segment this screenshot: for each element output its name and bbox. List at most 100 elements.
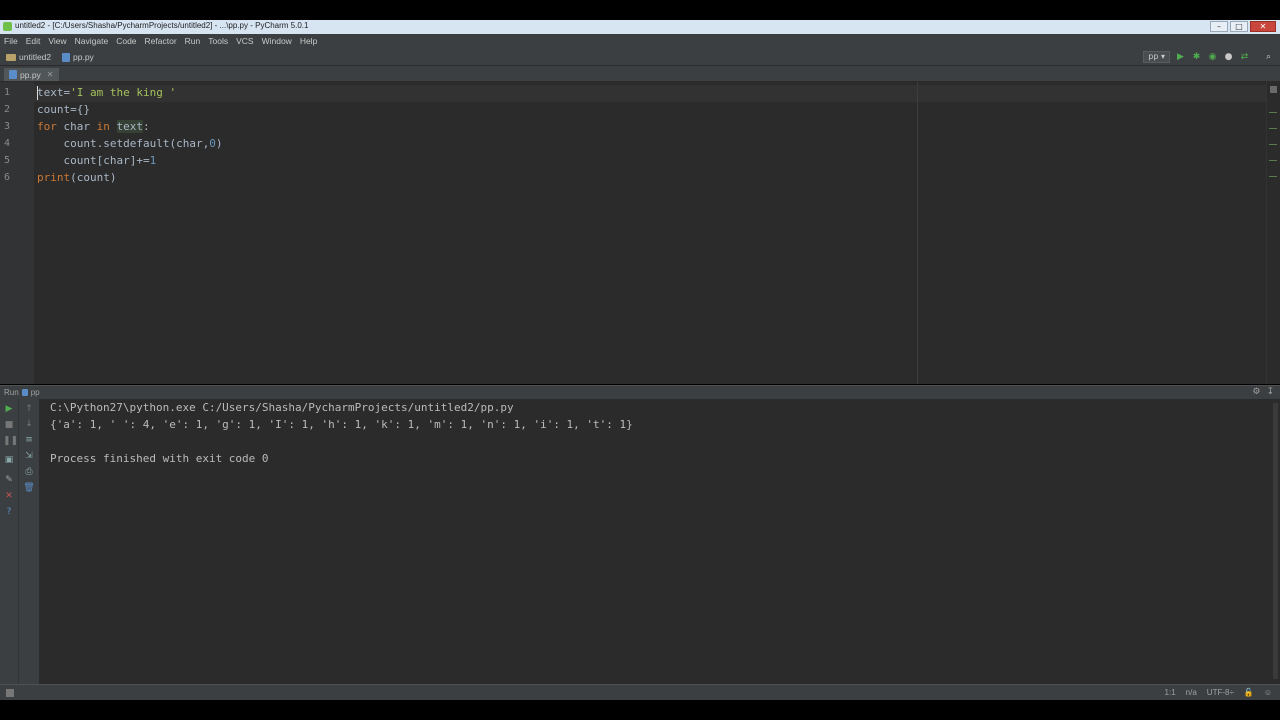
menu-code[interactable]: Code [116,36,136,46]
letterbox-top [0,0,1280,20]
gear-icon[interactable]: ⚙ [1252,387,1260,397]
highlighted-identifier: text [116,120,143,133]
status-bar-right: 1:1 n/a UTF-8÷ 🔓 ☺ [1165,688,1272,697]
pause-icon[interactable]: ❚❚ [3,435,18,447]
rerun-icon[interactable]: ▶ [3,403,15,415]
console-actions-toolbar: ↑ ↓ ≡ ⇲ ⎙ 🗑 [18,399,39,684]
code-editor[interactable]: 1 2 3 4 5 6 text='I am the king ' count=… [0,82,1280,384]
editor-tab-bar: pp.py ✕ [0,66,1280,82]
menu-run[interactable]: Run [185,36,201,46]
menu-bar: File Edit View Navigate Code Refactor Ru… [0,34,1280,48]
close-icon[interactable]: ✕ [3,490,15,502]
menu-vcs[interactable]: VCS [236,36,253,46]
menu-view[interactable]: View [48,36,66,46]
run-console-panel: ▶ ■ ❚❚ ▣ ✎ ✕ ? ↑ ↓ ≡ ⇲ ⎙ 🗑 C:\Python27\p… [0,399,1280,684]
code-line-5: count[char]+=1 [37,154,156,167]
arrow-up-icon[interactable]: ↑ [23,403,35,415]
coverage-icon[interactable]: ◉ [1207,52,1218,63]
hector-icon[interactable]: ☺ [1264,688,1272,697]
inspection-status-icon[interactable] [1270,86,1277,93]
menu-refactor[interactable]: Refactor [145,36,177,46]
pycharm-app-icon [3,22,12,31]
soft-wrap-icon[interactable]: ≡ [23,434,35,446]
breadcrumb-project[interactable]: untitled2 [6,52,51,62]
line-separator[interactable]: n/a [1186,688,1197,697]
code-token: count.setdefault(char, [37,137,210,150]
line-number: 4 [4,138,11,149]
close-tab-icon[interactable]: ✕ [47,70,54,79]
code-line-6: print(count) [37,171,116,184]
run-icon[interactable]: ▶ [1175,52,1186,63]
file-encoding[interactable]: UTF-8÷ [1207,688,1234,697]
code-line-4: count.setdefault(char,0) [37,137,222,150]
menu-tools[interactable]: Tools [208,36,228,46]
close-window-button[interactable]: ✕ [1250,21,1276,32]
run-config-name: pp [30,388,40,397]
run-config-label: pp [1148,52,1159,61]
code-token: char [56,120,97,133]
menu-edit[interactable]: Edit [26,36,41,46]
console-line: {'a': 1, ' ': 4, 'e': 1, 'g': 1, 'I': 1,… [50,418,633,431]
keyword: for [37,120,57,133]
stop-icon[interactable]: ■ [3,419,15,431]
line-number: 2 [4,104,11,115]
scroll-to-end-icon[interactable]: ⇲ [23,450,35,462]
maximize-button[interactable]: □ [1230,21,1248,32]
menu-help[interactable]: Help [300,36,317,46]
help-icon[interactable]: ? [3,506,15,518]
string-literal: 'I am the king ' [70,86,177,99]
tab-pp-py[interactable]: pp.py ✕ [4,68,59,81]
code-token: text= [37,86,71,99]
number-literal: 0 [209,137,216,150]
run-title-label: Run [4,388,19,397]
breadcrumb-project-label: untitled2 [19,52,52,62]
code-token: count[char]+= [37,154,150,167]
menu-file[interactable]: File [4,36,18,46]
toolwindows-toggle-icon[interactable] [6,689,14,697]
editor-gutter[interactable]: 1 2 3 4 5 6 [0,82,34,384]
search-icon[interactable]: ⌕ [1263,52,1274,63]
console-scrollbar[interactable] [1273,403,1278,679]
python-file-icon [62,52,70,62]
letterbox-bottom [0,700,1280,720]
pin-icon[interactable]: ✎ [3,474,15,486]
folder-icon [6,53,16,61]
current-line-highlight [34,85,1266,102]
stripe-marker[interactable] [1269,128,1277,129]
hide-panel-icon[interactable]: ↧ [1266,387,1274,397]
python-file-icon [21,389,28,396]
right-margin-guide [917,82,918,384]
console-line: C:\Python27\python.exe C:/Users/Shasha/P… [50,401,514,414]
run-config-select[interactable]: pp ▾ [1143,51,1170,63]
stripe-marker[interactable] [1269,176,1277,177]
breadcrumb-file[interactable]: pp.py [62,52,94,62]
code-line-3: for char in text: [37,120,150,133]
print-icon[interactable]: ⎙ [23,466,35,478]
profile-icon[interactable]: ● [1223,52,1234,63]
minimize-button[interactable]: – [1210,21,1228,32]
status-bar: 1:1 n/a UTF-8÷ 🔓 ☺ [0,684,1280,700]
vcs-icon[interactable]: ⇄ [1239,52,1250,63]
clear-all-icon[interactable]: 🗑 [23,482,35,494]
breadcrumb-file-label: pp.py [73,52,94,62]
number-literal: 1 [149,154,157,167]
stripe-marker[interactable] [1269,144,1277,145]
stripe-marker[interactable] [1269,112,1277,113]
menu-window[interactable]: Window [262,36,292,46]
code-line-1: text='I am the king ' [37,86,176,99]
stripe-marker[interactable] [1269,160,1277,161]
debug-icon[interactable]: ✱ [1191,52,1202,63]
code-token: count={} [37,103,90,116]
window-titlebar: untitled2 - [C:/Users/Shasha/PycharmProj… [0,20,1280,34]
caret-position[interactable]: 1:1 [1165,688,1176,697]
code-token: : [143,120,150,133]
error-stripe[interactable] [1266,82,1280,384]
run-toolbar: pp ▾ ▶ ✱ ◉ ● ⇄ ⌕ [1143,51,1274,63]
text-caret [37,86,38,100]
menu-navigate[interactable]: Navigate [75,36,109,46]
lock-icon[interactable]: 🔓 [1244,688,1254,697]
arrow-down-icon[interactable]: ↓ [23,418,35,430]
window-controls: – □ ✕ [1210,21,1276,32]
restore-layout-icon[interactable]: ▣ [3,454,15,466]
line-number: 3 [4,121,11,132]
